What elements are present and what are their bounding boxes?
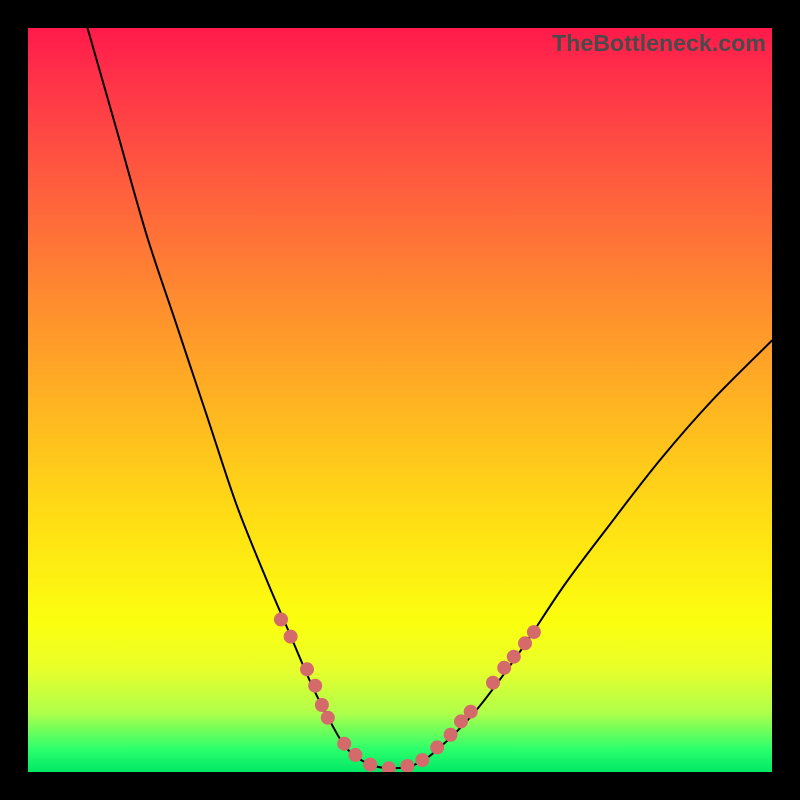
highlight-dot: [486, 676, 500, 690]
highlight-dot: [507, 650, 521, 664]
highlight-dot: [518, 636, 532, 650]
highlight-dot: [430, 740, 444, 754]
highlight-dot: [497, 661, 511, 675]
highlight-dots-group: [274, 613, 541, 773]
highlight-dot: [348, 748, 362, 762]
highlight-dot: [382, 761, 396, 772]
highlight-dot: [444, 728, 458, 742]
highlight-dot: [274, 613, 288, 627]
highlight-dot: [321, 711, 335, 725]
highlight-dot: [284, 630, 298, 644]
highlight-dot: [527, 625, 541, 639]
highlight-dot: [415, 753, 429, 767]
highlight-dot: [315, 698, 329, 712]
bottleneck-curve-path: [88, 28, 773, 768]
highlight-dot: [464, 705, 478, 719]
highlight-dot: [308, 679, 322, 693]
highlight-dot: [337, 737, 351, 751]
highlight-dot: [400, 759, 414, 772]
highlight-dot: [363, 758, 377, 772]
chart-frame: TheBottleneck.com: [28, 28, 772, 772]
bottleneck-curve-plot: [28, 28, 772, 772]
highlight-dot: [300, 662, 314, 676]
